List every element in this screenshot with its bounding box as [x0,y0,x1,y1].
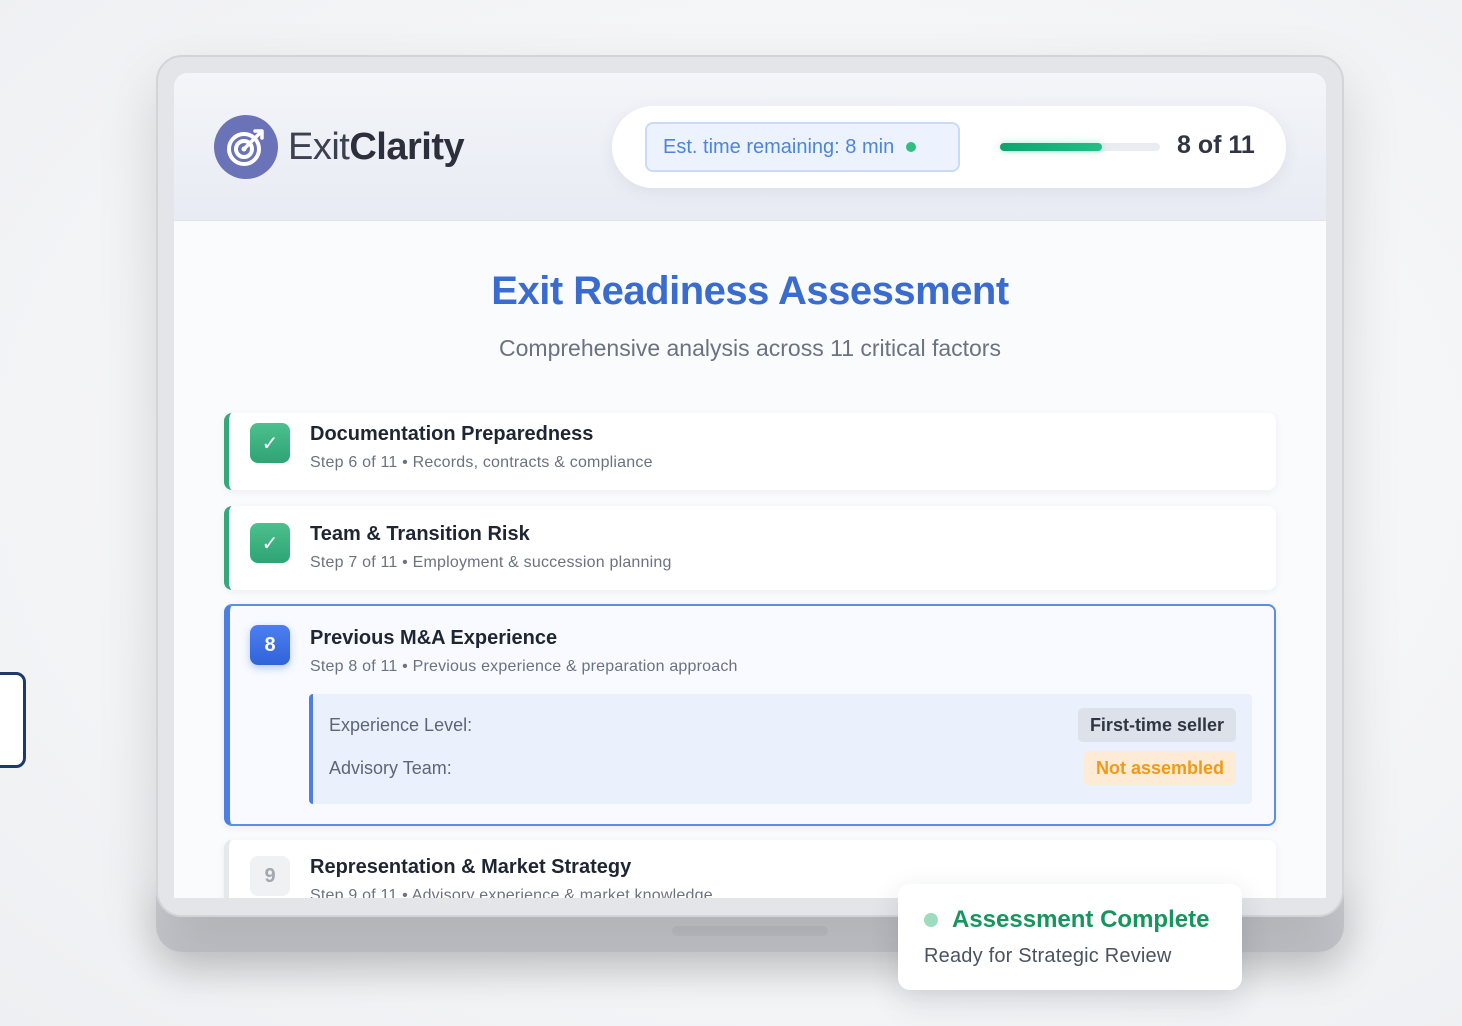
step-card-8-active[interactable]: 8 Previous M&A Experience Step 8 of 11 •… [224,604,1276,826]
advisory-team-value: Not assembled [1083,751,1236,785]
page-subtitle: Comprehensive analysis across 11 critica… [499,335,1001,361]
time-remaining-chip: Est. time remaining: 8 min [645,122,960,172]
experience-level-value: First-time seller [1077,708,1236,742]
progress-pill: Est. time remaining: 8 min 8 of 11 [612,106,1286,188]
laptop-notch [672,926,828,936]
logo-prefix: Exit [288,125,350,168]
progress-bar-fill [1000,143,1103,151]
completion-subtitle: Ready for Strategic Review [924,945,1172,967]
step-subtitle: Step 7 of 11 • Employment & succession p… [310,554,672,571]
logo-text: ExitClarity [288,125,465,169]
step-number-badge: 9 [250,856,290,896]
app-header: ExitClarity Est. time remaining: 8 min 8… [174,73,1326,221]
side-panel-edge [0,672,26,768]
step-card-7[interactable]: ✓ Team & Transition Risk Step 7 of 11 • … [224,506,1276,590]
step-subtitle: Step 6 of 11 • Records, contracts & comp… [310,454,653,471]
logo-suffix: Clarity [349,125,465,168]
time-remaining-text: Est. time remaining: 8 min [663,135,895,158]
step-card-6[interactable]: ✓ Documentation Preparedness Step 6 of 1… [224,413,1276,490]
target-icon [214,115,278,179]
live-status-dot-icon [906,142,917,152]
step-title: Documentation Preparedness [310,423,594,445]
status-dot-icon [924,913,938,927]
page-title: Exit Readiness Assessment [491,269,1009,313]
assessment-complete-card: Assessment Complete Ready for Strategic … [898,884,1242,990]
step-title: Representation & Market Strategy [310,856,632,878]
check-icon: ✓ [250,423,290,463]
experience-level-label: Experience Level: [329,715,473,735]
progress-label: 8 of 11 [1177,131,1255,159]
completion-title: Assessment Complete [952,906,1210,933]
logo[interactable]: ExitClarity [214,115,465,179]
step-number-badge: 8 [250,625,290,665]
step-subtitle: Step 8 of 11 • Previous experience & pre… [310,658,738,675]
progress-bar [1000,143,1160,151]
step-title: Previous M&A Experience [310,627,558,649]
step-title: Team & Transition Risk [310,523,530,545]
app-screen: ExitClarity Est. time remaining: 8 min 8… [174,73,1326,898]
advisory-team-label: Advisory Team: [329,758,452,778]
step-subtitle: Step 9 of 11 • Advisory experience & mar… [310,887,713,898]
check-icon: ✓ [250,523,290,563]
step-details: Experience Level: First-time seller Advi… [309,694,1252,804]
